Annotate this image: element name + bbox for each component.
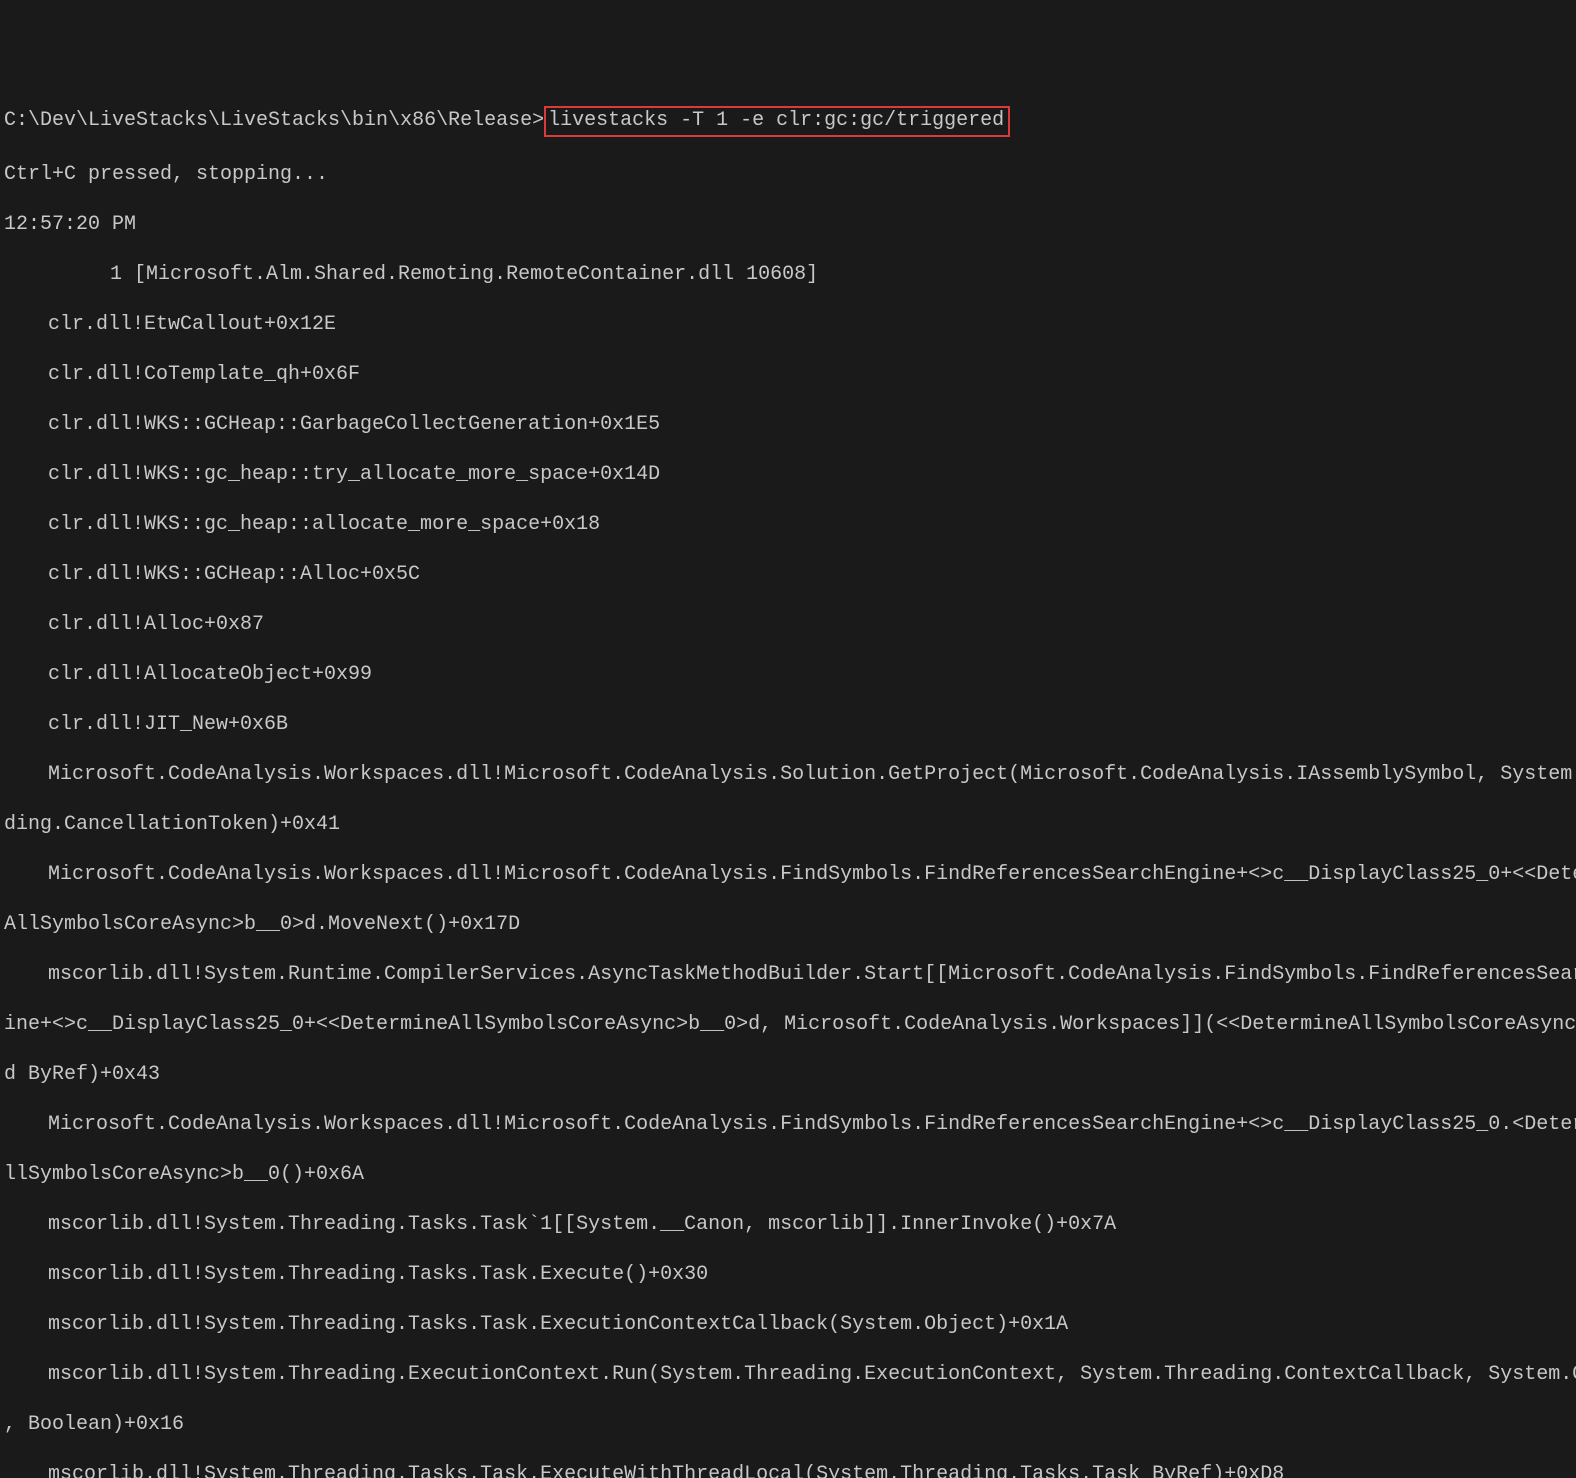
stack-frame: clr.dll!Alloc+0x87	[4, 612, 1572, 637]
timestamp-line: 12:57:20 PM	[4, 212, 1572, 237]
stack-frame: clr.dll!CoTemplate_qh+0x6F	[4, 362, 1572, 387]
stack-frame: mscorlib.dll!System.Threading.Tasks.Task…	[4, 1262, 1572, 1287]
stack-frame: mscorlib.dll!System.Threading.Tasks.Task…	[4, 1212, 1572, 1237]
process-line: 1 [Microsoft.Alm.Shared.Remoting.RemoteC…	[4, 262, 1572, 287]
stack-frame: Microsoft.CodeAnalysis.Workspaces.dll!Mi…	[4, 762, 1572, 787]
stack-frame: Microsoft.CodeAnalysis.Workspaces.dll!Mi…	[4, 862, 1572, 887]
stack-frame: clr.dll!EtwCallout+0x12E	[4, 312, 1572, 337]
stack-frame-wrap: ding.CancellationToken)+0x41	[4, 812, 1572, 837]
stack-frame-wrap: , Boolean)+0x16	[4, 1412, 1572, 1437]
stack-frame: clr.dll!WKS::GCHeap::Alloc+0x5C	[4, 562, 1572, 587]
stack-frame: clr.dll!WKS::GCHeap::GarbageCollectGener…	[4, 412, 1572, 437]
command-line: C:\Dev\LiveStacks\LiveStacks\bin\x86\Rel…	[4, 106, 1572, 137]
stack-frame: mscorlib.dll!System.Threading.Tasks.Task…	[4, 1312, 1572, 1337]
stack-frame: mscorlib.dll!System.Runtime.CompilerServ…	[4, 962, 1572, 987]
stack-frame-wrap: AllSymbolsCoreAsync>b__0>d.MoveNext()+0x…	[4, 912, 1572, 937]
stack-frame: clr.dll!WKS::gc_heap::allocate_more_spac…	[4, 512, 1572, 537]
stack-frame: clr.dll!JIT_New+0x6B	[4, 712, 1572, 737]
stack-frame-wrap: llSymbolsCoreAsync>b__0()+0x6A	[4, 1162, 1572, 1187]
output-line: Ctrl+C pressed, stopping...	[4, 162, 1572, 187]
stack-frame: clr.dll!AllocateObject+0x99	[4, 662, 1572, 687]
stack-frame-wrap: d ByRef)+0x43	[4, 1062, 1572, 1087]
terminal-output[interactable]: C:\Dev\LiveStacks\LiveStacks\bin\x86\Rel…	[4, 106, 1572, 1478]
stack-frame-wrap: ine+<>c__DisplayClass25_0+<<DetermineAll…	[4, 1012, 1572, 1037]
stack-frame: mscorlib.dll!System.Threading.Tasks.Task…	[4, 1462, 1572, 1478]
stack-frame: Microsoft.CodeAnalysis.Workspaces.dll!Mi…	[4, 1112, 1572, 1137]
stack-frame: clr.dll!WKS::gc_heap::try_allocate_more_…	[4, 462, 1572, 487]
highlighted-command: livestacks -T 1 -e clr:gc:gc/triggered	[544, 106, 1010, 137]
prompt-path: C:\Dev\LiveStacks\LiveStacks\bin\x86\Rel…	[4, 109, 544, 132]
stack-frame: mscorlib.dll!System.Threading.ExecutionC…	[4, 1362, 1572, 1387]
